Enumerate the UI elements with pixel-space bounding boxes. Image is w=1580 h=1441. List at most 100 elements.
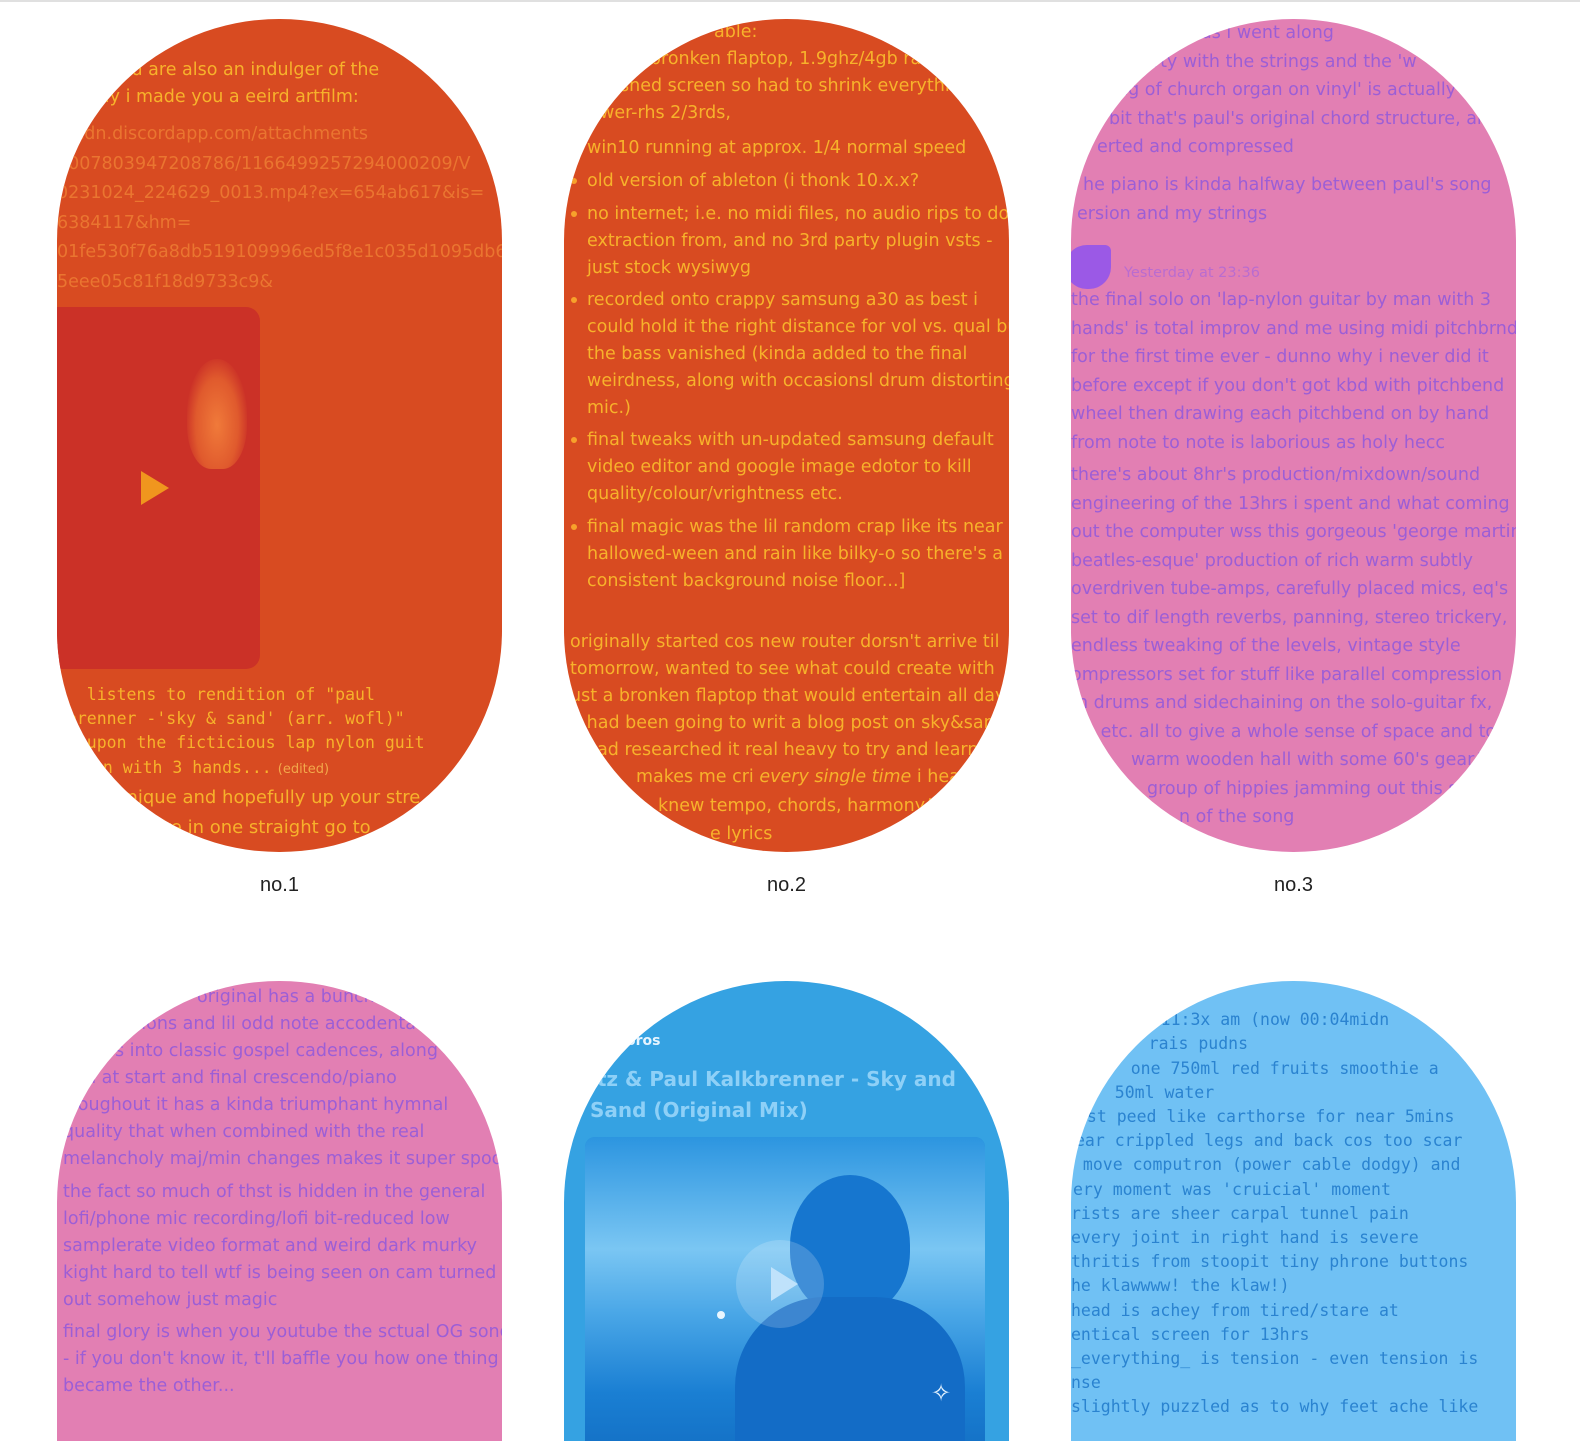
card2-line: originally started cos new router dorsn'… <box>570 632 1000 652</box>
card6-line: ear crippled legs and back cos too scar <box>1075 1131 1463 1151</box>
card6-line: rists are sheer carpal tunnel pain <box>1071 1203 1409 1223</box>
card3-line: n drums and sidechaining on the solo-gui… <box>1077 693 1493 713</box>
card2-line: e lyrics <box>710 824 773 844</box>
card4-line: original has a buncha <box>197 987 386 1007</box>
artwork-card-4[interactable]: original has a buncha rsions and lil odd… <box>57 981 502 1441</box>
card2-line: able: <box>714 22 758 42</box>
embed-provider: oros <box>626 1033 661 1049</box>
bullet-text: win10 running at approx. 1/4 normal spee… <box>587 138 967 158</box>
bullet-text: just stock wysiwyg <box>587 258 751 278</box>
artwork-card-3[interactable]: as i went along berty with the strings a… <box>1071 19 1516 852</box>
attachment-link[interactable]: ://cdn.discordapp.com/attachments <box>57 120 502 150</box>
artwork-card-6[interactable]: : 11:3x am (now 00:04midn rais pudns one… <box>1071 981 1516 1441</box>
card3-line: n of the song <box>1179 807 1295 827</box>
card3-line: the final solo on 'lap-nylon guitar by m… <box>1071 290 1492 310</box>
card4-line: quality that when combined with the real <box>63 1122 425 1142</box>
card3-line: berty with the strings and the 'w <box>1131 51 1417 72</box>
card6-line: slightly puzzled as to why feet ache lik… <box>1071 1397 1479 1417</box>
bullet-text: could hold it the right distance for vol… <box>587 317 1009 337</box>
card4-line: rsions and lil odd note accodenta <box>125 1014 416 1034</box>
card3-line: set to dif length reverbs, panning, ster… <box>1071 607 1508 628</box>
card6-line: one 750ml red fruits smoothie a <box>1091 1058 1439 1078</box>
card6-line: 50ml water <box>1085 1082 1215 1102</box>
bullet-text: hallowed-ween and rain like bilky-o so t… <box>587 544 1003 564</box>
card3-line: ersion and my strings <box>1077 203 1268 224</box>
card6-line: entical screen for 13hrs <box>1071 1324 1310 1344</box>
card3-line: erted and compressed <box>1097 137 1294 157</box>
embed-title[interactable]: itz & Paul Kalkbrenner - Sky and <box>590 1064 1009 1095</box>
card6-line: he klawwww! the klaw!) <box>1071 1276 1290 1296</box>
card4-line: s into classic gospel cadences, along wi… <box>115 1041 470 1061</box>
card6-line: _everything_ is tension - even tension i… <box>1071 1349 1479 1369</box>
card1-line: holy i made you a eeird artfilm: <box>83 87 359 107</box>
bullet-text: mic.) <box>587 398 631 418</box>
card4-line: kight hard to tell wtf is being seen on … <box>63 1263 497 1283</box>
embed-title[interactable]: Sand (Original Mix) <box>590 1095 1009 1126</box>
card1-mono-text: man with 3 hands... <box>83 757 272 777</box>
card4-line: samplerate video format and weird dark m… <box>63 1236 477 1256</box>
card3-line: before except if you don't got kbd with … <box>1071 375 1505 396</box>
card1-mono-line: kbrenner -'sky & sand' (arr. wofl)" <box>57 709 405 729</box>
attachment-link[interactable]: 5eee05c81f18d9733c9& <box>57 268 502 298</box>
dolphin-logo-icon: ✧ <box>931 1379 952 1407</box>
card2-line: makes me cri every single time i hear it <box>570 764 1009 791</box>
card3-line: engineering of the 13hrs i spent and wha… <box>1071 493 1510 514</box>
card4-line: final glory is when you youtube the sctu… <box>63 1322 502 1342</box>
card3-line: beatles-esque' production of rich warm s… <box>1071 550 1473 571</box>
card4-line: out somehow just magic <box>63 1290 278 1310</box>
card6-line: every joint in right hand is severe <box>1071 1228 1419 1248</box>
video-thumbnail[interactable]: ✧ <box>585 1137 985 1441</box>
sun-spot <box>717 1311 725 1319</box>
message-timestamp: Yesterday at 23:36 <box>1124 265 1260 281</box>
card3-line: bit that's paul's original chord structu… <box>1109 108 1493 129</box>
bullet-text: no internet; i.e. no midi files, no audi… <box>587 204 1009 224</box>
card6-line: move computron (power cable dodgy) and <box>1073 1155 1461 1175</box>
bullet-text: consistent background noise floor...] <box>587 571 906 591</box>
attachment-link[interactable]: 6007803947208786/1166499257294000209/V <box>57 150 502 180</box>
card6-line: ery moment was 'cruicial' moment <box>1073 1179 1391 1199</box>
flame-thumbnail <box>187 359 247 469</box>
card2-line: knew tempo, chords, harmony/a <box>658 796 942 816</box>
card2-line: d had been going to writ a blog post on … <box>570 713 1006 733</box>
card1-mono-line: listens to rendition of "paul <box>57 685 375 704</box>
bullet-text: recorded onto crappy samsung a30 as best… <box>587 290 979 310</box>
card3-line: warm wooden hall with some 60's gear/a <box>1131 750 1491 770</box>
card3-line: endless tweaking of the levels, vintage … <box>1071 636 1461 656</box>
card4-line: melancholy maj/min changes makes it supe… <box>63 1149 502 1169</box>
artwork-card-1[interactable]: se you are also an indulger of the holy … <box>57 19 502 852</box>
card3-line: ng of church organ on vinyl' is actually <box>1117 80 1457 100</box>
card1-line: ke in one straight go to <box>161 817 371 838</box>
artwork-card-2[interactable]: able: y bronken flaptop, 1.9ghz/4gb ra s… <box>564 19 1009 852</box>
bullet-text: weirdness, along with occasionsl drum di… <box>587 371 1009 391</box>
caption-no1: no.1 <box>260 874 299 896</box>
bullet-text: video editor and google image edotor to … <box>587 457 972 477</box>
card4-line: - if you don't know it, t'll baffle you … <box>63 1349 499 1369</box>
bullet-text: quality/colour/vrightness etc. <box>587 484 843 504</box>
card4-line: the fact so much of thst is hidden in th… <box>63 1182 486 1202</box>
edited-tag: (edited) <box>277 761 330 777</box>
card6-line: rais pudns <box>1099 1034 1249 1054</box>
card3-line: there's about 8hr's production/mixdown/s… <box>1071 465 1481 485</box>
card3-line: from note to note is laborious as holy h… <box>1071 432 1445 453</box>
caption-no3: no.3 <box>1274 874 1313 896</box>
card6-line: thritis from stoopit tiny phrone buttons <box>1071 1252 1469 1272</box>
card6-line: 11:3x am (now 00:04midn <box>1111 1010 1390 1030</box>
card6-line: head is achey from tired/stare at <box>1071 1300 1399 1320</box>
attachment-link[interactable]: 0231024_224629_0013.mp4?ex=654ab617&is= <box>57 179 502 209</box>
card3-line: etc. all to give a whole sense of space … <box>1095 721 1504 742</box>
play-button[interactable] <box>736 1240 824 1328</box>
attachment-link[interactable]: 01fe530f76a8db519109996ed5f8e1c035d1095d… <box>57 238 502 268</box>
card3-line: overdriven tube-amps, carefully placed m… <box>1071 579 1509 599</box>
top-divider <box>0 0 1580 2</box>
bullet-text: extraction from, and no 3rd party plugin… <box>587 231 993 251</box>
attachment-link[interactable]: 6384117&hm= <box>57 209 502 239</box>
play-icon[interactable] <box>141 471 169 505</box>
bullet-text: old version of ableton (i thonk 10.x.x? <box>587 171 920 191</box>
card1-line: se you are also an indulger of the <box>85 60 380 80</box>
bullet-text: final magic was the lil random crap like… <box>587 517 1003 537</box>
card2-text: i hear it <box>911 767 985 787</box>
card4-line: roughout it has a kinda triumphant hymna… <box>71 1095 449 1115</box>
artwork-card-5[interactable]: oros itz & Paul Kalkbrenner - Sky and Sa… <box>564 981 1009 1441</box>
bullet-text: final tweaks with un-updated samsung def… <box>587 430 994 450</box>
card3-line: for the first time ever - dunno why i ne… <box>1071 347 1489 367</box>
